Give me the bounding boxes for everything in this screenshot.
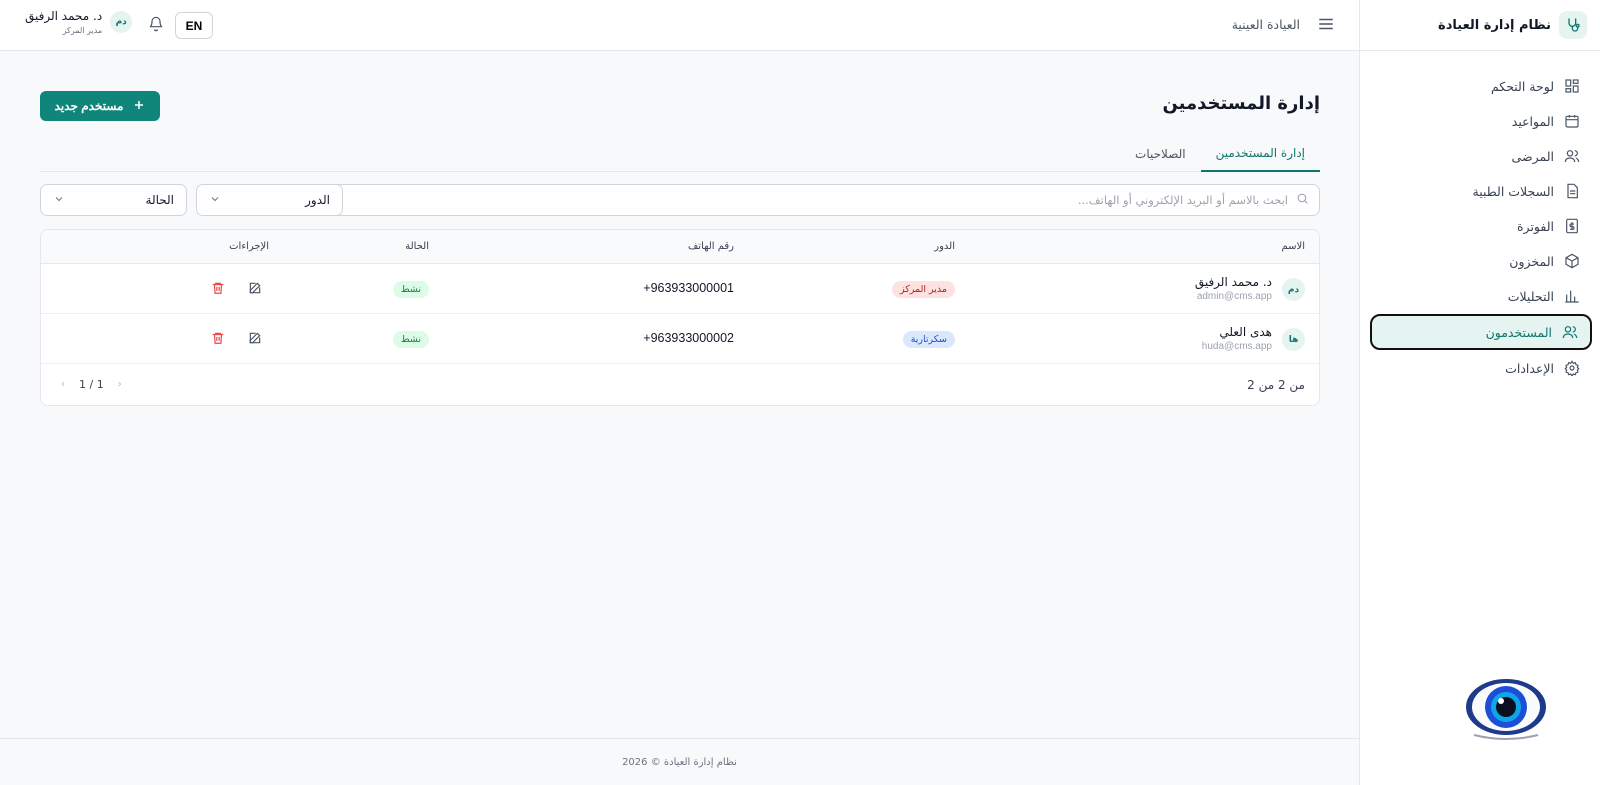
avatar: دم <box>110 11 133 33</box>
user-phone: +963933000001 <box>643 281 734 295</box>
page-indicator: 1 / 1 <box>79 378 104 391</box>
column-role: الدور <box>934 241 955 252</box>
role-badge: مدير المركز <box>891 281 955 298</box>
sidebar-item-label: لوحة التحكم <box>1490 78 1554 94</box>
role-badge: سكرتارية <box>902 331 955 348</box>
user-name: هدى العلي <box>1219 325 1272 339</box>
tabs: إدارة المستخدمين الصلاحيات <box>40 136 1320 172</box>
table-footer: من 2 من 2 ‹ 1 / 1 › <box>41 364 1319 405</box>
analytics-icon <box>1562 286 1582 306</box>
page-footer: نظام إدارة العيادة © 2026 <box>0 738 1359 785</box>
sidebar-item-users[interactable]: المستخدمون <box>1370 314 1592 350</box>
main-content: إدارة المستخدمين مستخدم جديد إدارة المست… <box>0 51 1359 785</box>
user-phone: +963933000002 <box>643 331 734 345</box>
chevron-right-icon[interactable]: › <box>118 379 122 390</box>
table-row: ها هدى العلي huda@cms.app سكرتارية +9639… <box>41 314 1319 364</box>
sidebar-item-label: المخزون <box>1509 253 1554 269</box>
column-name: الاسم <box>1281 241 1305 252</box>
dashboard-icon <box>1562 76 1582 96</box>
inventory-icon <box>1562 251 1582 271</box>
delete-icon[interactable] <box>207 330 225 348</box>
user-email: huda@cms.app <box>1201 341 1272 352</box>
clinic-name: العيادة العينية <box>1231 17 1300 32</box>
delete-icon[interactable] <box>207 280 225 298</box>
add-user-label: مستخدم جديد <box>54 99 124 113</box>
sidebar-item-appointments[interactable]: المواعيد <box>1370 104 1592 138</box>
search-icon <box>1296 192 1309 208</box>
add-user-button[interactable]: مستخدم جديد <box>40 91 160 121</box>
role-filter-select[interactable]: الدور <box>196 184 343 216</box>
records-icon <box>1562 181 1582 201</box>
edit-icon[interactable] <box>244 330 262 348</box>
bell-icon[interactable] <box>146 16 164 34</box>
tab-permissions[interactable]: الصلاحيات <box>1120 136 1201 172</box>
sidebar-item-label: الفوترة <box>1517 218 1554 234</box>
result-count: من 2 من 2 <box>1247 378 1305 392</box>
calendar-icon <box>1562 111 1582 131</box>
menu-icon[interactable] <box>1315 15 1335 35</box>
top-header: العيادة العينية EN دم د. محمد الرفيق مدي… <box>0 0 1359 51</box>
status-badge: نشط <box>392 281 429 298</box>
chevron-down-icon <box>209 193 221 208</box>
chevron-left-icon[interactable]: ‹ <box>61 379 65 390</box>
user-role: مدير المركز <box>62 26 103 35</box>
gear-icon <box>1562 358 1582 378</box>
sidebar-item-medical-records[interactable]: السجلات الطبية <box>1370 174 1592 208</box>
sidebar-item-inventory[interactable]: المخزون <box>1370 244 1592 278</box>
avatar: ها <box>1282 328 1305 351</box>
sidebar-item-label: السجلات الطبية <box>1472 183 1554 199</box>
sidebar-item-label: الإعدادات <box>1505 360 1554 376</box>
app-title: نظام إدارة العيادة <box>1438 17 1551 33</box>
table-row: دم د. محمد الرفيق admin@cms.app مدير الم… <box>41 264 1319 314</box>
sidebar-item-patients[interactable]: المرضى <box>1370 139 1592 173</box>
language-toggle-button[interactable]: EN <box>175 12 213 39</box>
column-status: الحالة <box>405 241 429 252</box>
sidebar-nav: لوحة التحكم المواعيد المرضى السجلات الطب… <box>1360 51 1600 385</box>
sidebar-item-analytics[interactable]: التحليلات <box>1370 279 1592 313</box>
users-table: الاسم الدور رقم الهاتف الحالة الإجراءات … <box>40 229 1320 406</box>
sidebar-item-label: التحليلات <box>1507 288 1554 304</box>
user-name: د. محمد الرفيق <box>25 9 103 23</box>
page-title: إدارة المستخدمين <box>1162 93 1320 114</box>
sidebar: نظام إدارة العيادة لوحة التحكم المواعيد … <box>1359 0 1600 785</box>
brand: نظام إدارة العيادة <box>1360 0 1600 51</box>
table-header: الاسم الدور رقم الهاتف الحالة الإجراءات <box>41 230 1319 264</box>
stethoscope-icon <box>1559 11 1587 39</box>
pagination: ‹ 1 / 1 › <box>61 378 122 391</box>
sidebar-item-billing[interactable]: الفوترة <box>1370 209 1592 243</box>
user-name: د. محمد الرفيق <box>1194 275 1272 289</box>
user-info: د. محمد الرفيق مدير المركز <box>25 9 102 35</box>
edit-icon[interactable] <box>244 280 262 298</box>
status-filter-select[interactable]: الحالة <box>40 184 187 216</box>
sidebar-item-label: المواعيد <box>1511 113 1554 129</box>
sidebar-item-label: المستخدمون <box>1485 324 1552 340</box>
search-input[interactable]: ابحث بالاسم أو البريد الإلكتروني أو الها… <box>325 184 1320 216</box>
sidebar-item-dashboard[interactable]: لوحة التحكم <box>1370 69 1592 103</box>
tab-user-management[interactable]: إدارة المستخدمين <box>1200 136 1320 172</box>
user-email: admin@cms.app <box>1196 291 1272 302</box>
column-actions: الإجراءات <box>229 241 269 252</box>
column-phone: رقم الهاتف <box>687 241 734 252</box>
footer-text: نظام إدارة العيادة © 2026 <box>622 756 737 768</box>
plus-icon <box>133 99 145 114</box>
chevron-down-icon <box>53 193 65 208</box>
search-placeholder: ابحث بالاسم أو البريد الإلكتروني أو الها… <box>1077 193 1288 207</box>
avatar: دم <box>1282 278 1305 301</box>
eye-logo <box>1464 677 1548 741</box>
billing-icon <box>1562 216 1582 236</box>
users-icon <box>1560 322 1580 342</box>
status-badge: نشط <box>392 331 429 348</box>
sidebar-item-label: المرضى <box>1511 148 1554 164</box>
user-menu[interactable]: دم د. محمد الرفيق مدير المركز <box>25 9 133 35</box>
patients-icon <box>1562 146 1582 166</box>
sidebar-item-settings[interactable]: الإعدادات <box>1370 351 1592 385</box>
status-filter-label: الحالة <box>145 193 174 207</box>
role-filter-label: الدور <box>305 193 330 207</box>
